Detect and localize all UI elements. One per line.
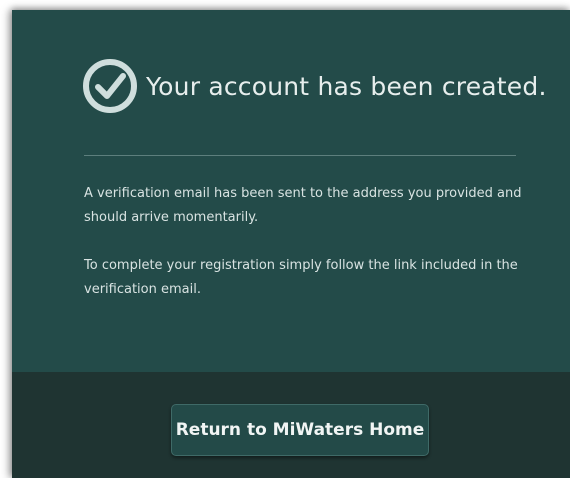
page-title: Your account has been created.: [146, 71, 547, 101]
confirmation-header: Your account has been created.: [82, 58, 547, 114]
action-bar: Return to MiWaters Home: [12, 372, 570, 478]
confirmation-body: Your account has been created. A verific…: [12, 10, 570, 372]
instructions-message: To complete your registration simply fol…: [84, 258, 518, 297]
divider: [84, 155, 516, 156]
verification-message: A verification email has been sent to th…: [84, 186, 522, 225]
return-home-button[interactable]: Return to MiWaters Home: [171, 404, 429, 456]
check-circle-icon: [83, 59, 137, 113]
confirmation-panel: Your account has been created. A verific…: [12, 10, 570, 478]
page: Your account has been created. A verific…: [0, 0, 570, 478]
